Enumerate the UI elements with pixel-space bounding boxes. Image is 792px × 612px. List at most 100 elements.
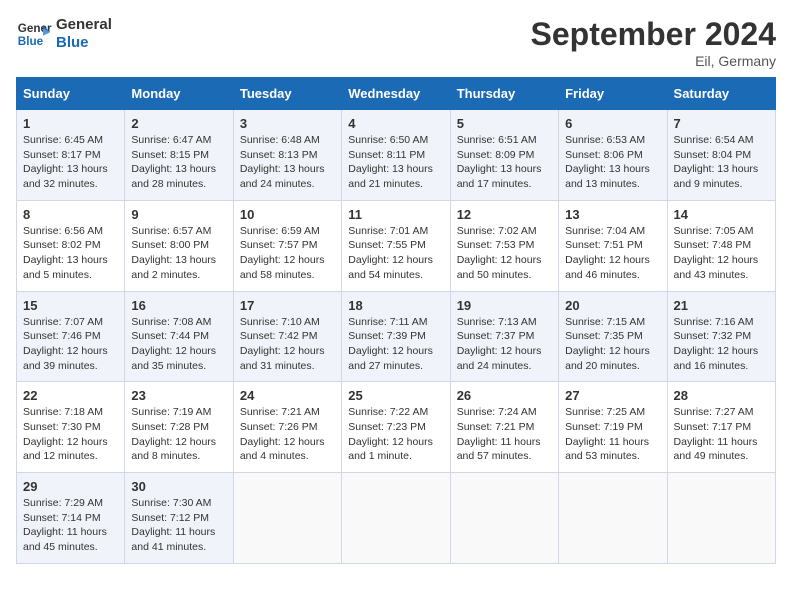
cell-text: Sunset: 7:46 PM [23, 329, 118, 344]
cell-text: Sunset: 7:30 PM [23, 420, 118, 435]
cell-text: Sunrise: 7:29 AM [23, 496, 118, 511]
calendar-cell: 27Sunrise: 7:25 AMSunset: 7:19 PMDayligh… [559, 382, 667, 473]
cell-text: Sunset: 7:23 PM [348, 420, 443, 435]
cell-text: Daylight: 12 hours [23, 435, 118, 450]
cell-text: and 50 minutes. [457, 268, 552, 283]
cell-text: and 5 minutes. [23, 268, 118, 283]
calendar-cell: 18Sunrise: 7:11 AMSunset: 7:39 PMDayligh… [342, 291, 450, 382]
cell-text: Sunset: 7:55 PM [348, 238, 443, 253]
cell-text: and 31 minutes. [240, 359, 335, 374]
day-number: 28 [674, 388, 769, 403]
cell-text: and 13 minutes. [565, 177, 660, 192]
col-header-tuesday: Tuesday [233, 78, 341, 110]
cell-text: Daylight: 13 hours [23, 253, 118, 268]
cell-text: Daylight: 13 hours [240, 162, 335, 177]
cell-text: Sunrise: 7:10 AM [240, 315, 335, 330]
cell-text: Sunrise: 6:56 AM [23, 224, 118, 239]
page-header: General Blue General Blue September 2024… [16, 16, 776, 69]
cell-text: and 27 minutes. [348, 359, 443, 374]
cell-text: Sunset: 8:13 PM [240, 148, 335, 163]
day-number: 7 [674, 116, 769, 131]
calendar-cell: 13Sunrise: 7:04 AMSunset: 7:51 PMDayligh… [559, 200, 667, 291]
day-number: 15 [23, 298, 118, 313]
cell-text: Daylight: 11 hours [23, 525, 118, 540]
cell-text: Sunrise: 7:04 AM [565, 224, 660, 239]
cell-text: and 21 minutes. [348, 177, 443, 192]
logo-icon: General Blue [16, 16, 52, 52]
cell-text: Daylight: 12 hours [565, 344, 660, 359]
cell-text: Sunrise: 6:48 AM [240, 133, 335, 148]
day-number: 29 [23, 479, 118, 494]
day-number: 4 [348, 116, 443, 131]
month-title: September 2024 [531, 16, 776, 53]
day-number: 1 [23, 116, 118, 131]
calendar-cell: 2Sunrise: 6:47 AMSunset: 8:15 PMDaylight… [125, 110, 233, 201]
cell-text: Daylight: 13 hours [131, 162, 226, 177]
cell-text: Sunset: 8:09 PM [457, 148, 552, 163]
cell-text: Daylight: 12 hours [348, 344, 443, 359]
calendar-table: SundayMondayTuesdayWednesdayThursdayFrid… [16, 77, 776, 564]
cell-text: Daylight: 13 hours [674, 162, 769, 177]
cell-text: Daylight: 12 hours [240, 253, 335, 268]
calendar-cell: 24Sunrise: 7:21 AMSunset: 7:26 PMDayligh… [233, 382, 341, 473]
cell-text: Sunrise: 6:54 AM [674, 133, 769, 148]
day-number: 27 [565, 388, 660, 403]
col-header-thursday: Thursday [450, 78, 558, 110]
calendar-cell: 8Sunrise: 6:56 AMSunset: 8:02 PMDaylight… [17, 200, 125, 291]
cell-text: and 54 minutes. [348, 268, 443, 283]
cell-text: Daylight: 11 hours [457, 435, 552, 450]
cell-text: and 32 minutes. [23, 177, 118, 192]
col-header-wednesday: Wednesday [342, 78, 450, 110]
cell-text: and 9 minutes. [674, 177, 769, 192]
calendar-cell: 12Sunrise: 7:02 AMSunset: 7:53 PMDayligh… [450, 200, 558, 291]
calendar-cell: 26Sunrise: 7:24 AMSunset: 7:21 PMDayligh… [450, 382, 558, 473]
cell-text: Daylight: 12 hours [131, 435, 226, 450]
cell-text: Daylight: 13 hours [131, 253, 226, 268]
day-number: 17 [240, 298, 335, 313]
cell-text: and 39 minutes. [23, 359, 118, 374]
cell-text: and 46 minutes. [565, 268, 660, 283]
day-number: 16 [131, 298, 226, 313]
day-number: 23 [131, 388, 226, 403]
cell-text: and 20 minutes. [565, 359, 660, 374]
cell-text: Daylight: 12 hours [674, 253, 769, 268]
week-row: 8Sunrise: 6:56 AMSunset: 8:02 PMDaylight… [17, 200, 776, 291]
day-number: 25 [348, 388, 443, 403]
day-number: 12 [457, 207, 552, 222]
col-header-monday: Monday [125, 78, 233, 110]
cell-text: and 17 minutes. [457, 177, 552, 192]
cell-text: Sunrise: 6:59 AM [240, 224, 335, 239]
cell-text: and 1 minute. [348, 449, 443, 464]
cell-text: Sunrise: 7:21 AM [240, 405, 335, 420]
calendar-cell: 1Sunrise: 6:45 AMSunset: 8:17 PMDaylight… [17, 110, 125, 201]
cell-text: Daylight: 12 hours [348, 435, 443, 450]
calendar-cell: 4Sunrise: 6:50 AMSunset: 8:11 PMDaylight… [342, 110, 450, 201]
calendar-cell: 14Sunrise: 7:05 AMSunset: 7:48 PMDayligh… [667, 200, 775, 291]
cell-text: Sunset: 8:11 PM [348, 148, 443, 163]
cell-text: Daylight: 12 hours [240, 435, 335, 450]
cell-text: Sunset: 8:17 PM [23, 148, 118, 163]
calendar-cell: 19Sunrise: 7:13 AMSunset: 7:37 PMDayligh… [450, 291, 558, 382]
calendar-cell [233, 473, 341, 564]
day-number: 2 [131, 116, 226, 131]
calendar-cell: 20Sunrise: 7:15 AMSunset: 7:35 PMDayligh… [559, 291, 667, 382]
day-number: 13 [565, 207, 660, 222]
cell-text: and 45 minutes. [23, 540, 118, 555]
day-number: 30 [131, 479, 226, 494]
col-header-friday: Friday [559, 78, 667, 110]
day-number: 14 [674, 207, 769, 222]
cell-text: Sunset: 7:44 PM [131, 329, 226, 344]
cell-text: Daylight: 13 hours [565, 162, 660, 177]
cell-text: Sunset: 7:57 PM [240, 238, 335, 253]
cell-text: Sunrise: 7:19 AM [131, 405, 226, 420]
cell-text: Sunset: 7:19 PM [565, 420, 660, 435]
cell-text: Sunset: 7:35 PM [565, 329, 660, 344]
day-number: 11 [348, 207, 443, 222]
calendar-cell [342, 473, 450, 564]
cell-text: and 53 minutes. [565, 449, 660, 464]
cell-text: Sunrise: 7:13 AM [457, 315, 552, 330]
cell-text: and 24 minutes. [240, 177, 335, 192]
cell-text: Sunset: 8:15 PM [131, 148, 226, 163]
cell-text: Sunrise: 7:27 AM [674, 405, 769, 420]
cell-text: Daylight: 13 hours [457, 162, 552, 177]
